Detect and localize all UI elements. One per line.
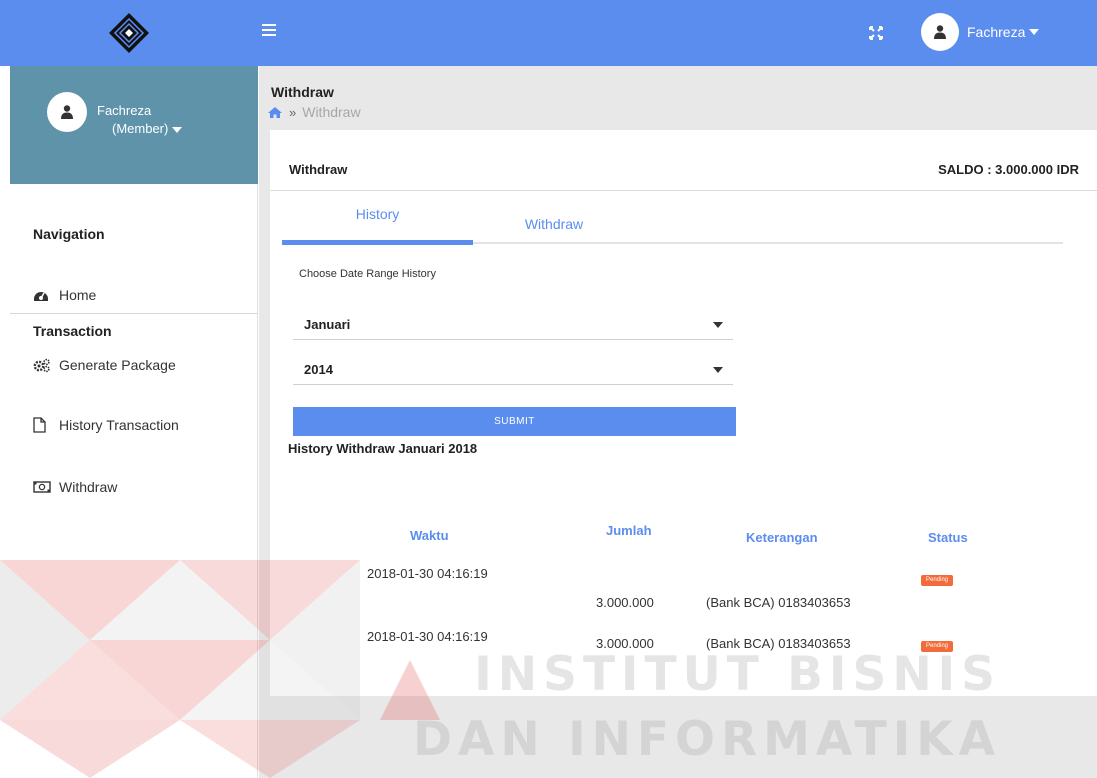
withdraw-card: Withdraw SALDO : 3.000.000 IDR History W… xyxy=(270,130,1097,696)
sidebar-item-withdraw[interactable]: Withdraw xyxy=(33,479,117,495)
tab-history[interactable]: History xyxy=(282,206,473,245)
submit-button[interactable]: SUBMIT xyxy=(293,407,736,436)
page-title: Withdraw xyxy=(271,84,334,100)
table-cell-keterangan: (Bank BCA) 0183403653 xyxy=(706,636,851,651)
tab-bar: History Withdraw xyxy=(282,206,1063,245)
breadcrumb-separator-icon: » xyxy=(289,104,297,120)
column-header-jumlah: Jumlah xyxy=(606,523,652,538)
month-select-value: Januari xyxy=(304,317,351,332)
sidebar-item-label: Generate Package xyxy=(59,357,176,373)
chevron-down-icon xyxy=(713,322,723,328)
card-title: Withdraw xyxy=(289,162,348,177)
diamond-logo-icon xyxy=(109,13,149,53)
app-root: Fachreza Fachreza (Member) Navigation Ho… xyxy=(0,0,1097,778)
column-header-keterangan: Keterangan xyxy=(746,530,818,545)
balance-label: SALDO : 3.000.000 IDR xyxy=(938,162,1079,177)
profile-panel: Fachreza (Member) xyxy=(10,66,258,184)
avatar xyxy=(47,92,87,132)
year-select[interactable]: 2014 xyxy=(293,357,733,385)
table-cell-jumlah: 3.000.000 xyxy=(596,595,654,610)
month-select[interactable]: Januari xyxy=(293,312,733,340)
sidebar-item-label: Home xyxy=(59,287,97,303)
card-header: Withdraw SALDO : 3.000.000 IDR xyxy=(270,130,1097,191)
top-navbar: Fachreza xyxy=(0,0,1097,66)
table-cell-waktu: 2018-01-30 04:16:19 xyxy=(367,566,488,581)
column-header-waktu: Waktu xyxy=(410,528,449,543)
status-badge: Pending xyxy=(921,575,953,586)
dashboard-icon xyxy=(33,288,53,302)
chevron-down-icon xyxy=(1029,29,1040,35)
chevron-down-icon xyxy=(713,367,723,373)
sidebar: Fachreza (Member) Navigation Home Transa… xyxy=(0,66,258,778)
header-user-name: Fachreza xyxy=(967,24,1026,40)
date-range-label: Choose Date Range History xyxy=(299,268,436,280)
status-badge: Pending xyxy=(921,641,953,652)
table-cell-jumlah: 3.000.000 xyxy=(596,636,654,651)
avatar xyxy=(921,13,959,51)
profile-name: Fachreza xyxy=(97,103,152,118)
table-cell-keterangan: (Bank BCA) 0183403653 xyxy=(706,595,851,610)
sidebar-item-home[interactable]: Home xyxy=(33,287,96,303)
sidebar-item-label: History Transaction xyxy=(59,417,179,433)
table-cell-waktu: 2018-01-30 04:16:19 xyxy=(367,629,488,644)
active-tab-indicator xyxy=(282,240,473,245)
user-menu[interactable]: Fachreza xyxy=(921,13,1040,51)
tab-history-label: History xyxy=(355,206,400,222)
history-title: History Withdraw Januari 2018 xyxy=(288,441,478,456)
breadcrumb: » Withdraw xyxy=(267,104,361,120)
brand-logo[interactable] xyxy=(0,0,258,66)
sidebar-item-history-transaction[interactable]: History Transaction xyxy=(33,417,179,433)
breadcrumb-current: Withdraw xyxy=(302,104,361,120)
user-icon xyxy=(61,105,73,119)
fullscreen-icon[interactable] xyxy=(869,26,883,40)
main-content: Withdraw » Withdraw Withdraw SALDO : 3.0… xyxy=(259,66,1097,778)
year-select-value: 2014 xyxy=(304,362,333,377)
gears-icon xyxy=(33,358,53,373)
tab-withdraw[interactable]: Withdraw xyxy=(514,216,594,252)
chevron-down-icon xyxy=(172,126,183,133)
sidebar-item-label: Withdraw xyxy=(59,479,118,495)
user-icon xyxy=(934,25,946,39)
nav-heading: Navigation xyxy=(33,226,105,242)
sidebar-divider xyxy=(10,313,258,314)
menu-toggle-icon[interactable] xyxy=(262,24,276,38)
sidebar-item-generate-package[interactable]: Generate Package xyxy=(33,357,176,373)
section-heading-transaction: Transaction xyxy=(33,323,112,339)
home-icon[interactable] xyxy=(267,106,283,119)
profile-role-dropdown[interactable]: (Member) xyxy=(112,121,183,136)
column-header-status: Status xyxy=(928,530,968,545)
profile-role: (Member) xyxy=(112,121,169,136)
money-icon xyxy=(33,481,53,493)
file-icon xyxy=(33,417,53,433)
